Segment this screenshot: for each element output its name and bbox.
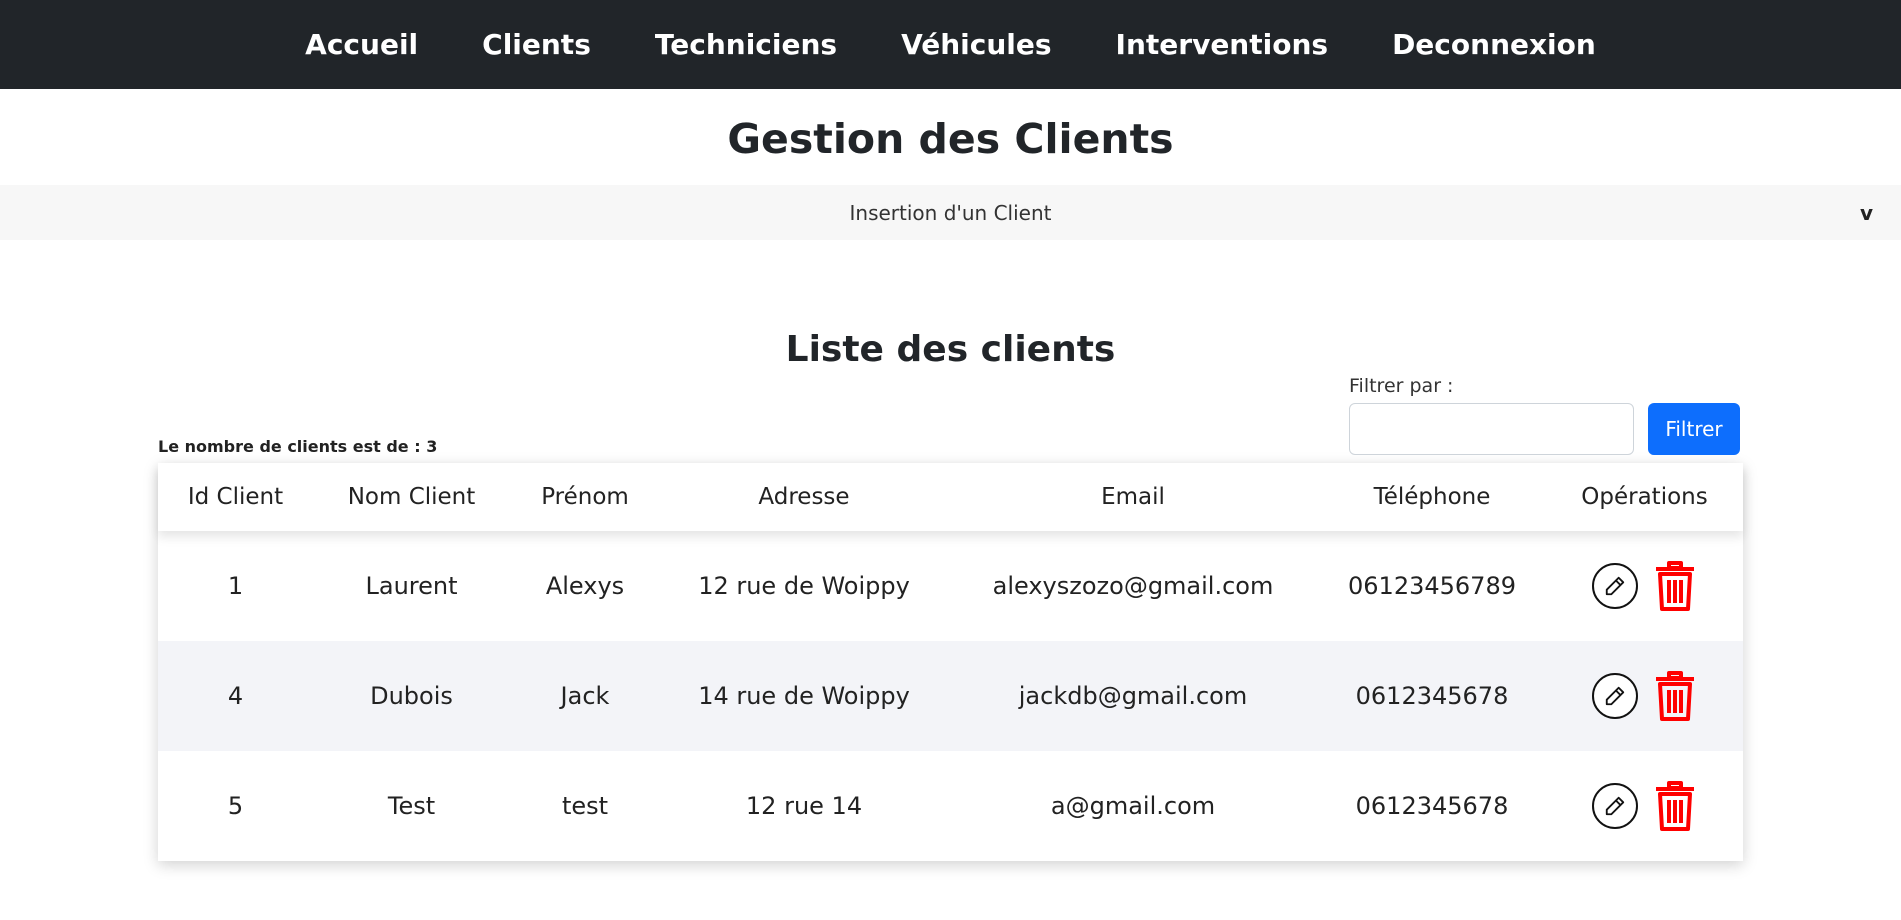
edit-button[interactable] [1591,673,1638,719]
insert-client-accordion[interactable]: Insertion d'un Client v [0,185,1901,240]
list-toolbar: Le nombre de clients est de : 3 Filtrer … [158,373,1743,463]
cell-nom: Dubois [370,682,453,710]
cell-nom: Laurent [365,572,458,600]
header-email: Email [1101,484,1165,510]
nav-item-vehicules[interactable]: Véhicules [901,28,1051,61]
nav-item-techniciens[interactable]: Techniciens [655,28,837,61]
nav-item-interventions[interactable]: Interventions [1116,28,1329,61]
cell-prenom: Jack [560,682,610,710]
clients-table-card: Id Client Nom Client Prénom Adresse Emai… [158,463,1743,861]
cell-nom: Test [387,792,436,820]
trash-icon [1655,561,1694,611]
client-count: Le nombre de clients est de : 3 [158,437,438,456]
cell-operations [1546,641,1743,751]
cell-adresse: 12 rue 14 [745,792,863,820]
cell-email: alexyszozo@gmail.com [992,572,1274,600]
edit-button[interactable] [1591,563,1638,609]
delete-button[interactable] [1652,558,1698,614]
header-id-client: Id Client [187,484,284,510]
cell-telephone: 0612345678 [1355,682,1509,710]
header-adresse: Adresse [758,484,850,510]
cell-operations [1546,751,1743,861]
pencil-icon [1605,796,1624,816]
table-row: 4 Dubois Jack 14 rue de Woippy jackdb@gm… [158,641,1743,751]
page-title: Gestion des Clients [727,115,1174,163]
delete-button[interactable] [1652,668,1698,724]
cell-telephone: 0612345678 [1355,792,1509,820]
header-prenom: Prénom [541,484,629,510]
edit-button[interactable] [1591,783,1638,829]
cell-telephone: 06123456789 [1348,572,1516,600]
clients-table: Id Client Nom Client Prénom Adresse Emai… [158,463,1743,861]
filter-input[interactable] [1349,403,1634,455]
nav-item-clients[interactable]: Clients [482,28,591,61]
cell-id: 4 [227,682,244,710]
list-title: Liste des clients [785,329,1116,370]
cell-id: 1 [227,572,244,600]
cell-operations [1546,531,1743,641]
table-row: 1 Laurent Alexys 12 rue de Woippy alexys… [158,531,1743,641]
delete-button[interactable] [1652,778,1698,834]
cell-id: 5 [227,792,244,820]
cell-email: a@gmail.com [1050,792,1216,820]
pencil-icon [1605,576,1624,596]
cell-adresse: 14 rue de Woippy [698,682,910,710]
filter-button[interactable]: Filtrer [1648,403,1740,455]
trash-icon [1655,781,1694,831]
header-telephone: Téléphone [1373,484,1491,510]
header-nom-client: Nom Client [347,484,476,510]
header-operations: Opérations [1581,484,1708,510]
cell-prenom: test [561,792,609,820]
table-row: 5 Test test 12 rue 14 a@gmail.com 061234… [158,751,1743,861]
pencil-icon [1605,686,1624,706]
chevron-down-icon[interactable]: v [1860,201,1873,225]
cell-email: jackdb@gmail.com [1018,682,1248,710]
nav-item-accueil[interactable]: Accueil [305,28,418,61]
nav-item-deconnexion[interactable]: Deconnexion [1392,28,1596,61]
cell-adresse: 12 rue de Woippy [698,572,910,600]
accordion-title: Insertion d'un Client [849,200,1052,225]
main-navbar: Accueil Clients Techniciens Véhicules In… [0,0,1901,89]
table-header-row: Id Client Nom Client Prénom Adresse Emai… [158,463,1743,531]
trash-icon [1655,671,1694,721]
filter-label: Filtrer par : [1349,375,1454,397]
cell-prenom: Alexys [545,572,625,600]
